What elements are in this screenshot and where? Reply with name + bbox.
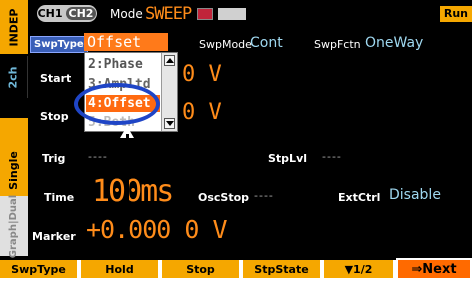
stop-label: Stop [40, 110, 69, 123]
tab-indep-label: INDEP [7, 7, 21, 47]
instrument-screen: INDEP 2ch Single Graph|Dual CH1 CH2 Mode… [0, 0, 472, 260]
marker-label: Marker [32, 230, 76, 243]
ch1-label[interactable]: CH1 [38, 7, 63, 20]
softkey-page[interactable]: ▼1/2 [324, 260, 393, 278]
swpfctn-value[interactable]: OneWay [365, 35, 423, 51]
status-bar-indicator [218, 8, 246, 20]
swptype-value[interactable]: Offset [84, 33, 168, 51]
dropdown-scrollbar[interactable] [161, 53, 177, 131]
softkey-next[interactable]: ⇒Next [396, 258, 472, 280]
scroll-up-icon[interactable] [164, 55, 175, 66]
tab-graph-dual-label: Graph|Dual [8, 194, 20, 258]
channel-toggle[interactable]: CH1 CH2 [37, 5, 97, 22]
time-value[interactable]: 100ms [92, 174, 174, 209]
oscstop-value[interactable]: ---- [254, 189, 274, 202]
scroll-down-icon[interactable] [164, 118, 175, 129]
extctrl-value[interactable]: Disable [389, 187, 441, 203]
softkey-bar: SwpType Hold Stop StpState ▼1/2 ⇒Next [0, 258, 472, 282]
swpfctn-label: SwpFctn [314, 38, 361, 51]
softkey-stop[interactable]: Stop [162, 260, 239, 278]
softkey-swptype[interactable]: SwpType [0, 260, 77, 278]
marker-value[interactable]: +0.000 0 V [86, 215, 228, 244]
tab-2ch[interactable]: 2ch [0, 56, 28, 98]
stplvl-value[interactable]: ---- [322, 150, 342, 163]
mode-value: SWEEP [145, 4, 192, 24]
trig-label: Trig [42, 152, 66, 165]
mode-label: Mode [110, 7, 143, 21]
trig-value[interactable]: ---- [88, 150, 108, 163]
tab-2ch-label: 2ch [6, 65, 20, 89]
softkey-hold[interactable]: Hold [81, 260, 158, 278]
tab-dual-label: Dual [8, 194, 20, 220]
run-status: Run [439, 6, 472, 22]
start-label: Start [40, 72, 72, 85]
stop-value[interactable]: 0 V [182, 100, 222, 125]
ch2-label[interactable]: CH2 [65, 7, 97, 20]
status-badge-icon [197, 8, 213, 20]
swptype-label[interactable]: SwpType [30, 36, 88, 53]
swpmode-label: SwpMode [199, 38, 252, 51]
swpmode-value[interactable]: Cont [250, 35, 283, 51]
oscstop-label: OscStop [198, 191, 250, 204]
tab-single-label: Single [6, 150, 20, 190]
highlight-ellipse [74, 83, 160, 125]
extctrl-label: ExtCtrl [338, 191, 381, 204]
start-value[interactable]: 0 V [182, 62, 222, 87]
top-bar: CH1 CH2 Mode SWEEP Run [30, 0, 472, 24]
tab-graph-label: Graph [8, 223, 20, 258]
tab-indep[interactable]: INDEP [0, 0, 28, 54]
tab-graph-dual[interactable]: Graph|Dual [0, 194, 28, 258]
time-label: Time [44, 191, 75, 204]
dropdown-option-phase[interactable]: 2:Phase [88, 57, 143, 72]
stplvl-label: StpLvl [268, 152, 308, 165]
softkey-stpstate[interactable]: StpState [243, 260, 320, 278]
